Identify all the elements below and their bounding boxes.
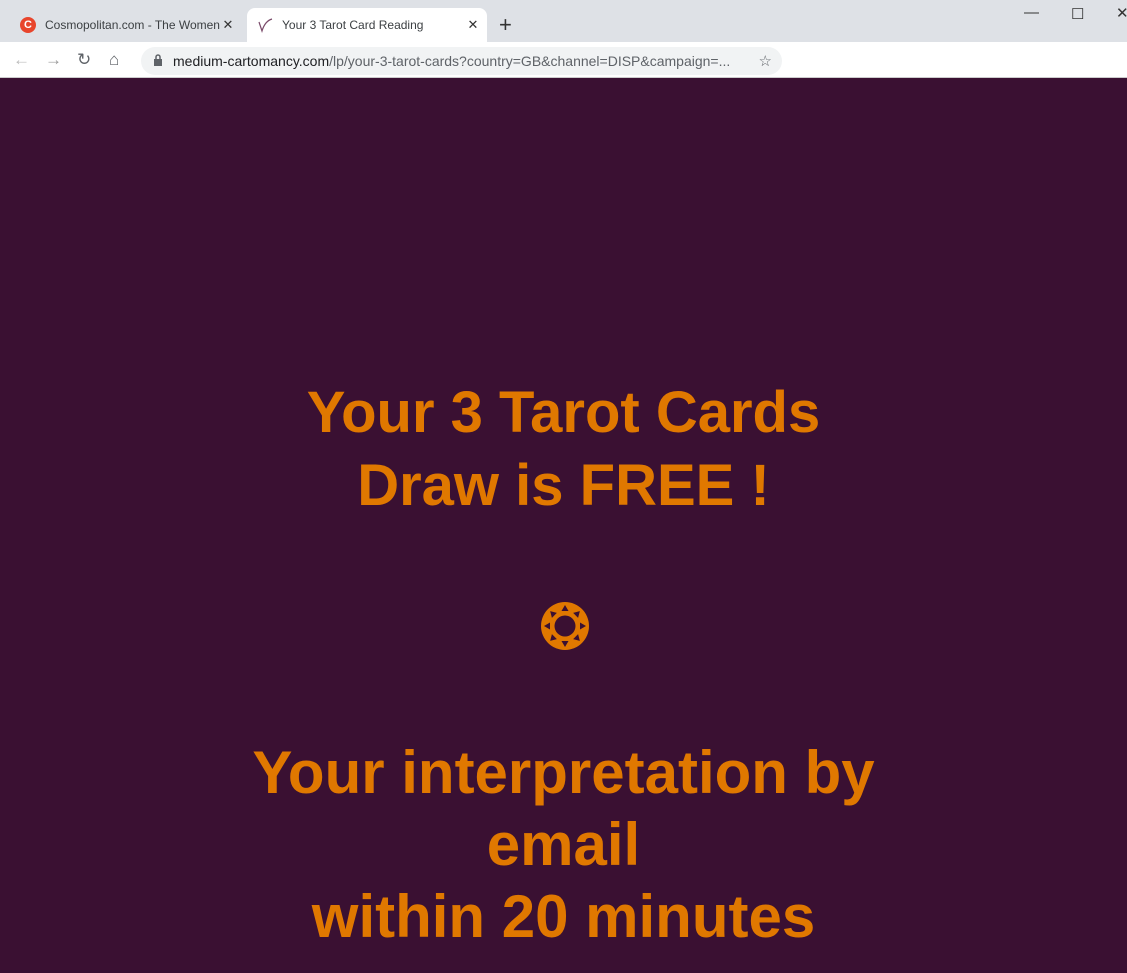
tab-title: Cosmopolitan.com - The Women's [45, 18, 220, 32]
headline: Your 3 Tarot Cards Draw is FREE ! [0, 376, 1127, 522]
maximize-button[interactable]: ☐ [1071, 5, 1084, 23]
lock-icon [153, 53, 163, 69]
close-tab-icon[interactable]: ✕ [220, 17, 236, 33]
browser-toolbar: ← → ↻ ⌂ medium-cartomancy.com/lp/your-3-… [0, 42, 1127, 78]
tarot-swoosh-icon [257, 17, 273, 33]
close-tab-icon[interactable]: ✕ [465, 17, 481, 33]
back-button[interactable]: ← [13, 50, 30, 70]
home-button[interactable]: ⌂ [109, 50, 119, 70]
tab-tarot[interactable]: Your 3 Tarot Card Reading ✕ [247, 8, 487, 42]
subheadline-line: email [486, 811, 641, 878]
tab-cosmopolitan[interactable]: C Cosmopolitan.com - The Women's ✕ [12, 8, 242, 42]
minimize-button[interactable]: — [1024, 4, 1039, 21]
close-window-button[interactable]: ✕ [1116, 4, 1127, 22]
bookmark-star-icon[interactable]: ☆ [759, 52, 772, 70]
url-host: medium-cartomancy.com [173, 53, 330, 69]
subheadline-line: within 20 minutes [311, 883, 816, 950]
subheadline-line: Your interpretation by [252, 739, 875, 806]
address-bar[interactable]: medium-cartomancy.com/lp/your-3-tarot-ca… [141, 47, 782, 75]
headline-line: Your 3 Tarot Cards [306, 380, 821, 445]
tab-bar: C Cosmopolitan.com - The Women's ✕ Your … [0, 0, 1127, 42]
url-text: medium-cartomancy.com/lp/your-3-tarot-ca… [173, 53, 759, 69]
subheadline: Your interpretation by email within 20 m… [0, 737, 1127, 953]
url-path: /lp/your-3-tarot-cards?country=GB&channe… [329, 53, 731, 69]
forward-button[interactable]: → [45, 50, 62, 70]
sun-icon [541, 602, 589, 650]
tab-title: Your 3 Tarot Card Reading [282, 18, 424, 32]
cosmopolitan-c-icon: C [20, 17, 36, 33]
reload-button[interactable]: ↻ [77, 50, 91, 70]
new-tab-button[interactable]: + [499, 12, 512, 38]
headline-line: Draw is FREE ! [357, 453, 770, 518]
